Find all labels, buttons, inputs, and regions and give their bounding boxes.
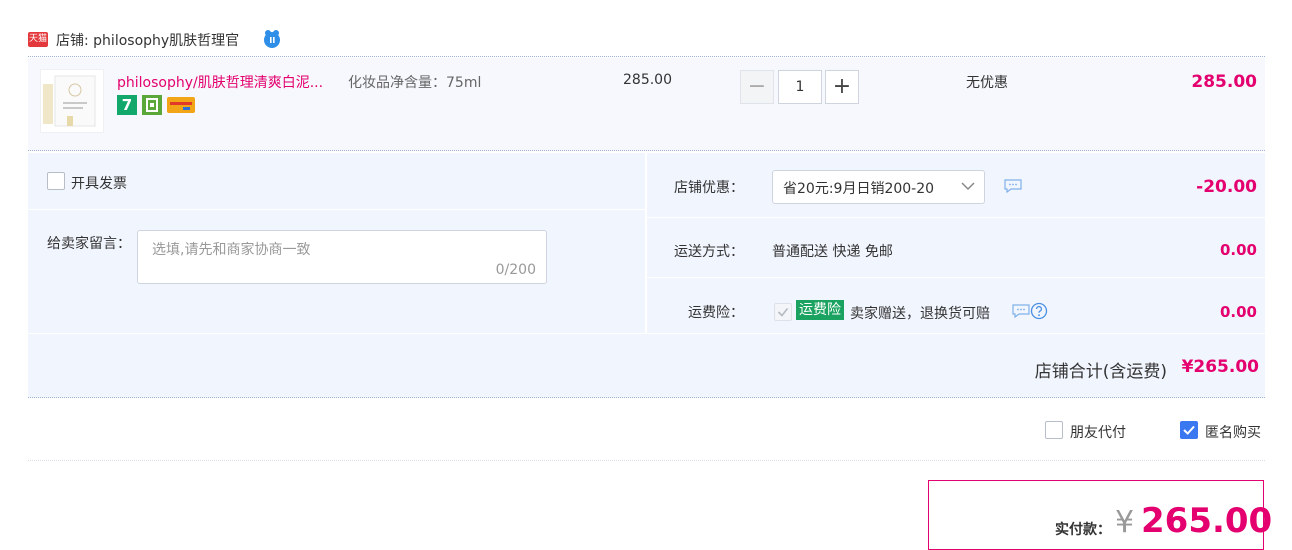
product-title-link[interactable]: philosophy/肌肤哲理清爽白泥... [117, 72, 323, 92]
shipping-method-label: 运送方式： [674, 244, 744, 260]
shipping-insurance-text: 卖家赠送，退换货可赔 [850, 306, 990, 322]
row-divider [647, 217, 1265, 218]
check-icon [777, 308, 789, 317]
row-divider [28, 209, 645, 210]
tmall-badge: 天猫 [28, 32, 48, 47]
item-subtotal: 285.00 [1191, 72, 1257, 92]
product-sku: 化妆品净含量：75ml [348, 75, 482, 91]
coupon-selected-value: 省20元:9月日销200-20 [783, 181, 935, 197]
guarantee-badge-icon[interactable] [142, 95, 162, 115]
anonymous-purchase-checkbox[interactable] [1180, 421, 1198, 439]
item-promotion: 无优惠 [966, 75, 1008, 91]
seller-message-textarea[interactable]: 选填,请先和商家协商一致 0/200 [137, 230, 547, 284]
row-divider [647, 277, 1265, 278]
friend-pay-checkbox[interactable] [1045, 421, 1063, 439]
quantity-decrease-button[interactable]: − [740, 70, 774, 104]
shipping-insurance-label: 运费险： [688, 305, 744, 321]
seller-message-label: 给卖家留言： [47, 236, 131, 252]
shop-name[interactable]: 店铺: philosophy肌肤哲理官 [56, 30, 239, 50]
store-total-value: ¥265.00 [1181, 357, 1259, 377]
shipping-fee: 0.00 [1219, 241, 1257, 259]
seven-day-return-badge[interactable]: 7 [117, 95, 137, 115]
message-char-count: 0/200 [495, 262, 536, 278]
wangwang-chat-icon[interactable] [262, 29, 282, 49]
shipping-method-value: 普通配送 快递 免邮 [772, 244, 893, 260]
friend-pay-label[interactable]: 朋友代付 [1070, 422, 1126, 442]
payment-options-row: 朋友代付 匿名购买 [28, 400, 1265, 461]
anonymous-purchase-label[interactable]: 匿名购买 [1205, 422, 1261, 442]
shipping-insurance-tag: 运费险 [796, 300, 844, 320]
shipping-insurance-checkbox [774, 303, 792, 321]
currency-symbol: ¥ [1115, 505, 1135, 540]
unit-price: 285.00 [623, 72, 672, 88]
help-question-icon[interactable] [1030, 302, 1048, 320]
store-coupon-label: 店铺优惠： [674, 180, 744, 196]
actual-payment-label: 实付款： [1055, 522, 1111, 538]
product-thumbnail[interactable] [40, 69, 104, 133]
order-item-row: philosophy/肌肤哲理清爽白泥... 化妆品净含量：75ml 7 285… [28, 58, 1265, 151]
quantity-increase-button[interactable]: + [825, 70, 859, 104]
actual-payment-amount: 265.00 [1141, 501, 1273, 541]
chevron-down-icon [961, 182, 975, 191]
credit-card-badge-icon[interactable] [167, 97, 195, 113]
row-divider [28, 333, 1265, 334]
message-placeholder: 选填,请先和商家协商一致 [152, 242, 311, 258]
shop-header: 天猫 店铺: philosophy肌肤哲理官 [28, 28, 1265, 57]
chat-bubble-icon[interactable] [1012, 304, 1030, 318]
chat-bubble-icon[interactable] [1004, 179, 1022, 193]
quantity-input[interactable]: 1 [778, 70, 822, 104]
coupon-discount-amount: -20.00 [1196, 177, 1257, 197]
invoice-label[interactable]: 开具发票 [71, 173, 127, 193]
order-options-panel: 开具发票 给卖家留言： 选填,请先和商家协商一致 0/200 店铺优惠： 省20… [28, 153, 1265, 398]
product-image-icon [43, 75, 96, 127]
invoice-checkbox[interactable] [47, 172, 65, 190]
store-total-label: 店铺合计(含运费) [1034, 362, 1167, 382]
store-coupon-select[interactable]: 省20元:9月日销200-20 [772, 170, 985, 204]
shipping-insurance-fee: 0.00 [1219, 303, 1257, 321]
check-icon [1183, 425, 1195, 435]
